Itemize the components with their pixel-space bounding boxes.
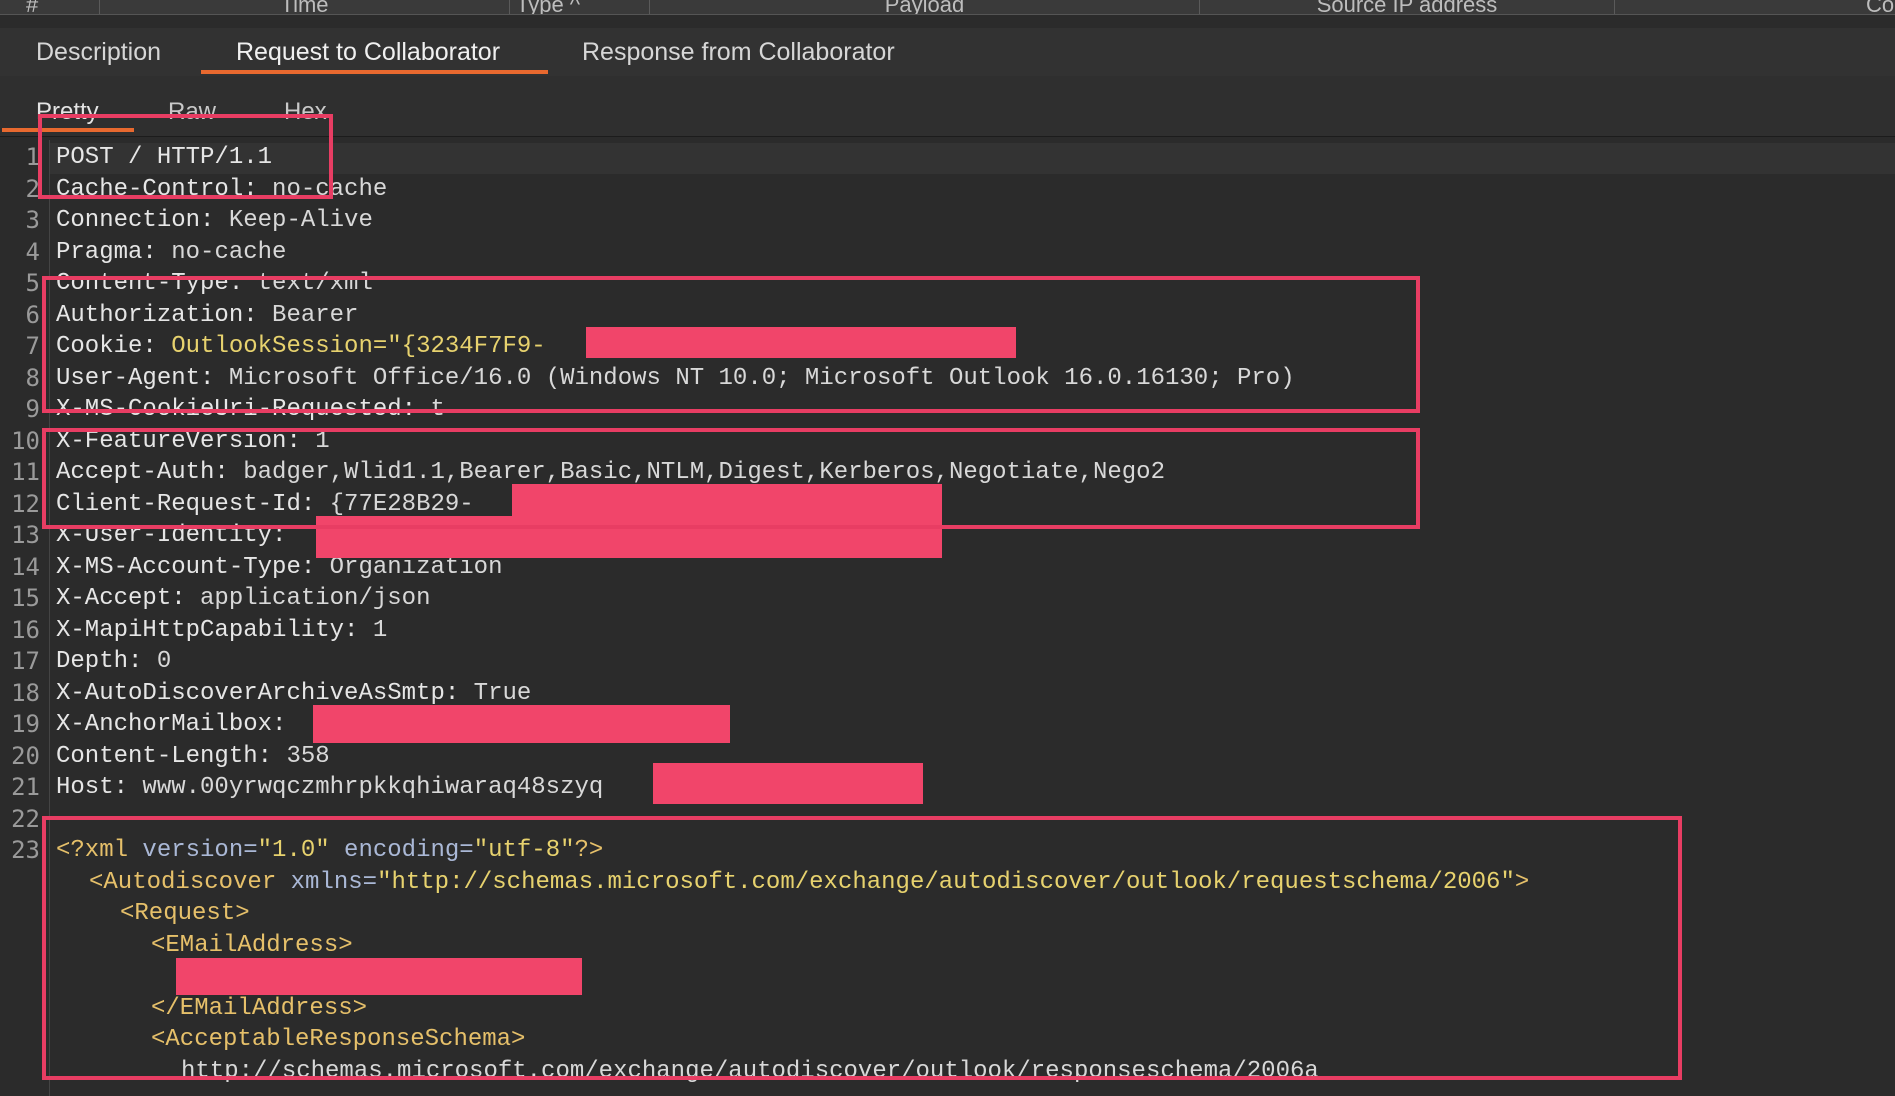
line-number: 17 xyxy=(11,647,40,675)
header-value: application/json xyxy=(185,585,431,612)
redaction-block xyxy=(313,705,730,743)
header-name: Host: xyxy=(56,774,129,801)
header-value: 358 xyxy=(272,742,330,770)
line-number: 14 xyxy=(11,552,40,581)
line-number: 18 xyxy=(11,678,40,707)
line-number: 5 xyxy=(25,269,40,297)
header-line: Host: www.00yrwqczmhrpkkqhiwaraq48szyq xyxy=(56,772,603,804)
highlight-box-request-line xyxy=(38,114,333,199)
column-header-payload[interactable]: Payload xyxy=(650,0,1200,14)
line-number: 9 xyxy=(25,395,40,423)
line-number: 10 xyxy=(11,426,40,455)
tab-response-from-collaborator[interactable]: Response from Collaborator xyxy=(582,38,895,67)
header-line: Content-Length: 358 xyxy=(56,741,330,773)
results-table-header: # Time Type ^ Payload Source IP address … xyxy=(0,0,1895,15)
header-value: 0 xyxy=(142,648,172,675)
line-number: 22 xyxy=(11,804,40,833)
line-number: 16 xyxy=(11,615,40,644)
line-number: 11 xyxy=(11,458,40,486)
line-number: 12 xyxy=(11,489,40,518)
line-number: 15 xyxy=(11,584,40,612)
header-value: www.00yrwqczmhrpkkqhiwaraq48szyq xyxy=(128,774,604,801)
column-header-number[interactable]: # xyxy=(20,0,100,14)
column-header-source-ip[interactable]: Source IP address xyxy=(1200,0,1615,14)
header-name: X-AutoDiscoverArchiveAsSmtp: xyxy=(56,679,460,707)
line-number: 20 xyxy=(11,741,40,770)
header-value: True xyxy=(459,679,532,707)
line-number: 13 xyxy=(11,521,40,549)
header-name: X-Accept: xyxy=(56,585,186,612)
header-value: 1 xyxy=(358,616,388,644)
header-value: no-cache xyxy=(156,238,287,266)
line-number: 3 xyxy=(25,206,40,234)
line-number: 8 xyxy=(25,363,40,392)
header-line: X-Accept: application/json xyxy=(56,583,430,615)
line-number: 2 xyxy=(25,174,40,203)
line-number: 1 xyxy=(25,143,40,171)
header-name: Content-Length: xyxy=(56,742,273,770)
line-number: 4 xyxy=(25,237,40,266)
highlight-box-feature-headers xyxy=(42,428,1420,529)
line-number: 7 xyxy=(25,332,40,360)
line-number: 6 xyxy=(25,300,40,329)
highlight-box-auth-headers xyxy=(42,276,1420,413)
active-tab-indicator xyxy=(201,70,548,74)
column-header-time[interactable]: Time xyxy=(100,0,510,14)
tab-description[interactable]: Description xyxy=(36,38,161,67)
header-name: Connection: xyxy=(56,207,215,234)
header-line: Pragma: no-cache xyxy=(56,237,286,269)
header-name: Depth: xyxy=(56,648,143,675)
redaction-block xyxy=(653,763,923,804)
header-line: Connection: Keep-Alive xyxy=(56,205,373,237)
header-line: X-MapiHttpCapability: 1 xyxy=(56,615,387,647)
header-line: Depth: 0 xyxy=(56,646,171,678)
column-header-comment[interactable]: Co xyxy=(1860,0,1895,14)
highlight-box-xml-body xyxy=(42,816,1682,1080)
header-name: X-MapiHttpCapability: xyxy=(56,616,359,644)
line-number: 21 xyxy=(11,773,40,801)
line-number: 19 xyxy=(11,710,40,738)
header-name: Pragma: xyxy=(56,238,157,266)
header-name: X-AnchorMailbox: xyxy=(56,711,287,738)
tab-request-to-collaborator[interactable]: Request to Collaborator xyxy=(236,38,500,67)
column-header-type[interactable]: Type ^ xyxy=(510,0,650,14)
header-name: X-MS-Account-Type: xyxy=(56,553,316,581)
header-line: X-AnchorMailbox: xyxy=(56,709,286,741)
header-value: Keep-Alive xyxy=(214,207,373,234)
line-number: 23 xyxy=(11,836,40,864)
